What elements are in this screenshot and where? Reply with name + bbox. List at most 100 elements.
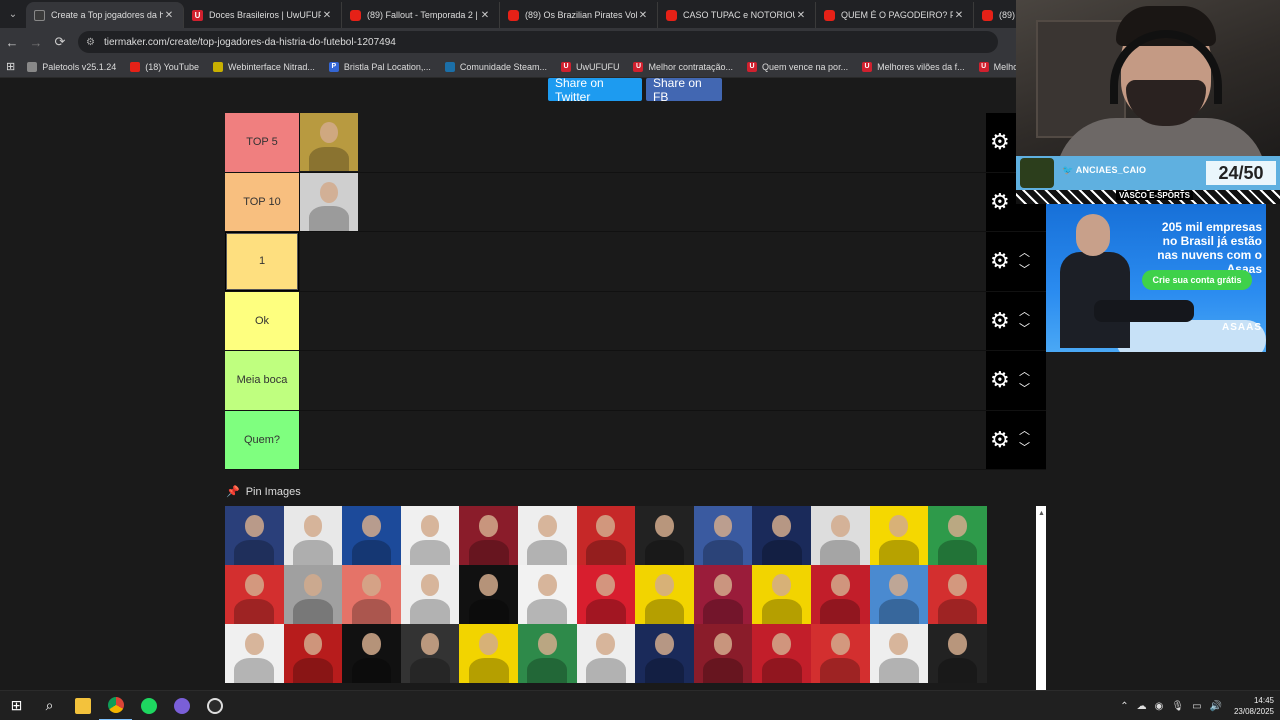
player-image[interactable] [928, 506, 987, 565]
player-image[interactable] [517, 624, 577, 683]
player-image[interactable] [693, 624, 753, 683]
player-image[interactable] [928, 565, 987, 624]
tier-label[interactable]: Meia boca [225, 351, 299, 410]
player-image[interactable] [517, 565, 577, 624]
player-image[interactable] [225, 565, 284, 624]
tier-label[interactable]: TOP 10 [225, 172, 299, 231]
browser-tab[interactable]: QUEM É O PAGODEIRO? FT. Fe...✕ [816, 2, 974, 28]
discord-icon[interactable] [165, 691, 198, 720]
tier-label[interactable]: 1 [225, 232, 299, 291]
network-icon[interactable]: ▭ [1192, 701, 1201, 712]
player-image[interactable] [810, 506, 870, 565]
bookmark-item[interactable]: (18) YouTube [130, 61, 199, 72]
tier-drop-zone[interactable] [299, 113, 986, 172]
bookmark-item[interactable]: U Melhores vilões da f... [862, 61, 965, 72]
gear-icon[interactable]: ⚙ [990, 309, 1010, 331]
player-image[interactable] [576, 506, 636, 565]
player-image[interactable] [810, 565, 870, 624]
player-image[interactable] [693, 565, 753, 624]
bookmark-item[interactable]: U Melhor contratação... [633, 61, 733, 72]
asaas-ad[interactable]: 205 mil empresas no Brasil já estão nas … [1046, 204, 1266, 352]
steam-icon[interactable]: ◉ [1155, 701, 1164, 712]
chevron-down-icon[interactable]: ﹀ [1019, 443, 1030, 454]
spotify-icon[interactable] [132, 691, 165, 720]
search-icon[interactable]: ⌕ [33, 691, 66, 720]
player-image[interactable] [693, 506, 753, 565]
microphone-icon[interactable]: 🎙 [1171, 701, 1184, 712]
player-image[interactable] [342, 624, 401, 683]
player-image[interactable] [225, 506, 284, 565]
player-image[interactable] [635, 565, 694, 624]
tier-drop-zone[interactable] [299, 410, 986, 469]
browser-tab[interactable]: (89) Os Brazilian Pirates Voltar...✕ [500, 2, 658, 28]
tab-close-icon[interactable]: ✕ [479, 10, 491, 21]
pool-scrollbar[interactable]: ▲ [1036, 506, 1046, 690]
player-image[interactable] [635, 624, 694, 683]
tab-close-icon[interactable]: ✕ [163, 10, 175, 21]
player-image[interactable] [459, 624, 518, 683]
apps-icon[interactable]: ⊞ [6, 60, 15, 73]
windows-start-icon[interactable]: ⊞ [0, 691, 33, 720]
player-image[interactable] [459, 565, 518, 624]
tab-close-icon[interactable]: ✕ [953, 10, 965, 21]
gear-icon[interactable]: ⚙ [990, 250, 1010, 272]
player-image[interactable] [752, 624, 811, 683]
player-image[interactable] [752, 506, 811, 565]
gear-icon[interactable]: ⚙ [990, 131, 1010, 153]
player-image[interactable] [928, 624, 987, 683]
volume-icon[interactable]: 🔊 [1210, 701, 1222, 712]
chevron-up-icon[interactable]: ︿ [1019, 366, 1030, 377]
bookmark-item[interactable]: Comunidade Steam... [444, 61, 547, 72]
tier-label[interactable]: Quem? [225, 410, 299, 469]
scroll-up-arrow-icon[interactable]: ▲ [1038, 510, 1045, 517]
player-image[interactable] [517, 506, 577, 565]
clock[interactable]: 14:45 23/08/2025 [1234, 695, 1274, 717]
tier-drop-zone[interactable] [299, 232, 986, 291]
tier-label[interactable]: TOP 5 [225, 113, 299, 172]
back-button[interactable]: ← [0, 35, 24, 50]
chrome-icon[interactable] [99, 691, 132, 720]
tier-drop-zone[interactable] [299, 172, 986, 231]
player-image[interactable] [810, 624, 870, 683]
player-image[interactable] [869, 624, 929, 683]
browser-tab[interactable]: CASO TUPAC e NOTORIOUS BI...✕ [658, 2, 816, 28]
tier-player-image[interactable] [300, 172, 358, 231]
tab-close-icon[interactable]: ✕ [321, 10, 333, 21]
player-image[interactable] [225, 624, 284, 683]
tier-player-image[interactable] [300, 113, 358, 171]
tier-label[interactable]: Ok [225, 291, 299, 350]
gear-icon[interactable]: ⚙ [990, 190, 1010, 212]
player-image[interactable] [576, 624, 636, 683]
player-image[interactable] [400, 624, 460, 683]
gear-icon[interactable]: ⚙ [990, 428, 1010, 450]
browser-tab[interactable]: Create a Top jogadores da hist...✕ [26, 2, 184, 28]
tab-close-icon[interactable]: ✕ [795, 10, 807, 21]
obs-icon[interactable] [198, 691, 231, 720]
tab-search-button[interactable]: ⌄ [0, 0, 26, 28]
player-image[interactable] [400, 506, 460, 565]
file-explorer-icon[interactable] [66, 691, 99, 720]
chevron-up-icon[interactable]: ︿ [1019, 426, 1030, 437]
bookmark-item[interactable]: Paletools v25.1.24 [27, 61, 116, 72]
chevron-down-icon[interactable]: ﹀ [1019, 383, 1030, 394]
player-image[interactable] [752, 565, 811, 624]
browser-tab[interactable]: (89) Fallout - Temporada 2 | Te...✕ [342, 2, 500, 28]
tier-drop-zone[interactable] [299, 291, 986, 350]
address-bar[interactable]: ⚙ tiermaker.com/create/top-jogadores-da-… [78, 31, 998, 53]
ad-cta-button[interactable]: Crie sua conta grátis [1142, 270, 1252, 290]
player-image[interactable] [869, 565, 929, 624]
cloud-icon[interactable]: ☁ [1137, 701, 1147, 712]
share-twitter-button[interactable]: Share on Twitter [548, 78, 642, 104]
player-image[interactable] [283, 506, 343, 565]
player-image[interactable] [459, 506, 518, 565]
reload-button[interactable]: ⟳ [48, 34, 72, 50]
tier-drop-zone[interactable] [299, 351, 986, 410]
player-image[interactable] [342, 506, 401, 565]
player-image[interactable] [869, 506, 929, 565]
player-image[interactable] [576, 565, 636, 624]
player-image[interactable] [283, 565, 343, 624]
player-image[interactable] [635, 506, 694, 565]
site-info-icon[interactable]: ⚙ [86, 37, 100, 48]
forward-button[interactable]: → [24, 35, 48, 50]
browser-tab[interactable]: U Doces Brasileiros | UwUFUFU ✕ [184, 2, 342, 28]
